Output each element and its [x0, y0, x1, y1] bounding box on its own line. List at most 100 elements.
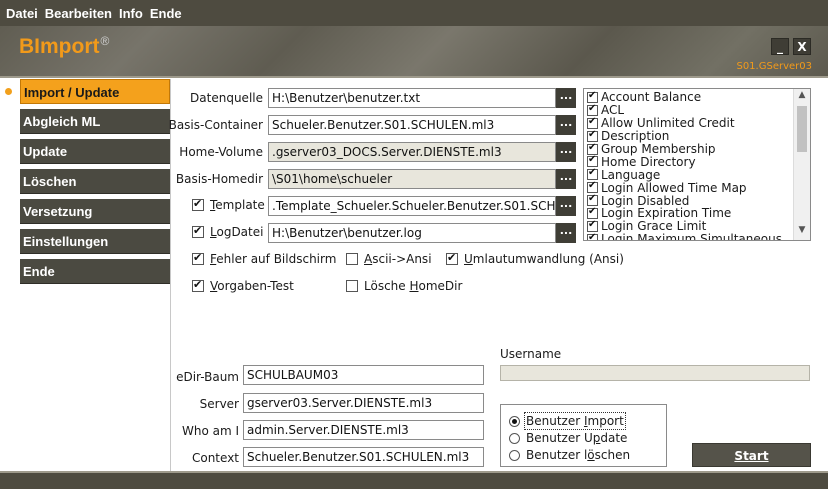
ascii-checkbox[interactable]: Ascii->Ansi [346, 252, 432, 266]
attribute-check-icon [587, 154, 598, 168]
attribute-label: Group Membership [601, 142, 716, 157]
attribute-label: Account Balance [601, 90, 702, 105]
basis-container-browse-button[interactable]: ... [556, 115, 576, 135]
radio-delete-label: Benutzer löschen [526, 448, 631, 462]
loesche-homedir-checkbox[interactable]: Lösche HomeDir [346, 279, 462, 293]
minimize-button[interactable]: _ [771, 38, 789, 55]
attribute-item[interactable]: Language [587, 167, 792, 182]
vorgaben-label: Vorgaben-Test [210, 279, 294, 293]
menu-ende[interactable]: Ende [150, 6, 182, 21]
header-divider [0, 76, 828, 78]
attribute-item[interactable]: Account Balance [587, 90, 792, 105]
logdatei-checkbox[interactable]: LogDatei [192, 224, 263, 239]
datenquelle-field[interactable]: H:\Benutzer\benutzer.txt [268, 88, 556, 108]
attribute-items: Account BalanceACLAllow Unlimited Credit… [587, 90, 792, 240]
ascii-check-icon [346, 253, 358, 265]
nav-update[interactable]: Update [20, 139, 170, 164]
server-field[interactable]: gserver03.Server.DIENSTE.ml3 [243, 393, 484, 413]
basis-homedir-field[interactable]: \S01\home\schueler [268, 169, 556, 189]
home-volume-label: Home-Volume [179, 145, 263, 159]
attribute-label: Login Allowed Time Map [601, 180, 747, 195]
nav-einstellungen[interactable]: Einstellungen [20, 229, 170, 254]
username-field[interactable] [500, 365, 810, 381]
attribute-item[interactable]: Login Disabled [587, 193, 792, 208]
registered-mark: ® [100, 34, 110, 48]
username-label: Username [500, 347, 562, 361]
whoami-label: Who am I [181, 424, 239, 438]
attribute-scrollbar[interactable]: ▲ ▼ [793, 89, 810, 240]
close-button[interactable]: X [793, 38, 811, 55]
attribute-label: Language [601, 167, 661, 182]
app-header: BImport® _ X S01.GServer03 [0, 26, 828, 76]
basis-homedir-browse-button[interactable]: ... [556, 169, 576, 189]
start-button[interactable]: Start [692, 443, 811, 467]
attribute-label: Login Grace Limit [601, 219, 707, 234]
template-browse-button[interactable]: ... [556, 196, 576, 216]
context-field[interactable]: Schueler.Benutzer.S01.SCHULEN.ml3 [243, 447, 484, 467]
server-label: Server [199, 397, 239, 411]
nav-ende[interactable]: Ende [20, 259, 170, 284]
basis-homedir-label: Basis-Homedir [175, 172, 263, 186]
app-title: BImport [19, 35, 100, 58]
vorgaben-checkbox[interactable]: Vorgaben-Test [192, 278, 294, 293]
nav-abgleich-ml[interactable]: Abgleich ML [20, 109, 170, 134]
attribute-check-icon [587, 180, 598, 194]
radio-delete-dot-icon [509, 449, 520, 461]
attribute-item[interactable]: Home Directory [587, 154, 792, 169]
attribute-item[interactable]: Login Allowed Time Map [587, 180, 792, 195]
attribute-label: Home Directory [601, 154, 696, 169]
basis-container-label: Basis-Container [168, 118, 263, 132]
attribute-item[interactable]: Group Membership [587, 142, 792, 157]
attribute-label: Allow Unlimited Credit [601, 116, 735, 131]
radio-update-label: Benutzer Update [526, 431, 628, 445]
fehler-checkbox[interactable]: Fehler auf Bildschirm [192, 251, 336, 266]
radio-benutzer-update[interactable]: Benutzer Update [509, 431, 627, 445]
attribute-label: ACL [601, 103, 625, 118]
radio-benutzer-loeschen[interactable]: Benutzer löschen [509, 448, 630, 462]
radio-import-dot-icon [509, 415, 520, 427]
datenquelle-browse-button[interactable]: ... [556, 88, 576, 108]
scroll-down-icon[interactable]: ▼ [794, 225, 810, 239]
umlaut-checkbox[interactable]: Umlautumwandlung (Ansi) [446, 251, 624, 266]
menu-info[interactable]: Info [119, 6, 143, 21]
nav-import-update[interactable]: Import / Update [20, 79, 170, 104]
attribute-check-icon [587, 193, 598, 207]
attribute-item[interactable]: Allow Unlimited Credit [587, 116, 792, 131]
menu-bearbeiten[interactable]: Bearbeiten [45, 6, 112, 21]
logdatei-browse-button[interactable]: ... [556, 223, 576, 243]
attribute-item[interactable]: Login Grace Limit [587, 219, 792, 234]
attribute-label: Login Expiration Time [601, 206, 732, 221]
basis-container-field[interactable]: Schueler.Benutzer.S01.SCHULEN.ml3 [268, 115, 556, 135]
attribute-check-icon [587, 90, 598, 103]
template-field[interactable]: .Template_Schueler.Schueler.Benutzer.S01… [268, 196, 556, 216]
template-label: Template [210, 198, 265, 212]
umlaut-check-icon [446, 251, 458, 265]
home-volume-browse-button[interactable]: ... [556, 142, 576, 162]
template-checkbox[interactable]: Template [192, 197, 265, 212]
nav-versetzung[interactable]: Versetzung [20, 199, 170, 224]
attribute-item[interactable]: Login Maximum Simultaneous [587, 232, 792, 240]
nav-loeschen[interactable]: Löschen [20, 169, 170, 194]
attribute-check-icon [587, 129, 598, 142]
menu-datei[interactable]: Datei [6, 6, 38, 21]
attribute-item[interactable]: Description [587, 129, 792, 143]
template-check-icon [192, 197, 204, 211]
attribute-list[interactable]: Account BalanceACLAllow Unlimited Credit… [583, 88, 811, 241]
attribute-item[interactable]: Login Expiration Time [587, 206, 792, 221]
edir-field[interactable]: SCHULBAUM03 [243, 365, 484, 385]
attribute-check-icon [587, 116, 598, 129]
fehler-check-icon [192, 251, 204, 265]
attribute-check-icon [587, 232, 598, 240]
scroll-up-icon[interactable]: ▲ [794, 90, 810, 104]
server-name: S01.GServer03 [736, 61, 812, 72]
home-volume-field[interactable]: .gserver03_DOCS.Server.DIENSTE.ml3 [268, 142, 556, 162]
datenquelle-label: Datenquelle [190, 91, 263, 105]
scroll-thumb[interactable] [797, 106, 807, 152]
radio-benutzer-import[interactable]: Benutzer Import [509, 412, 626, 430]
logdatei-field[interactable]: H:\Benutzer\benutzer.log [268, 223, 556, 243]
loesche-check-icon [346, 280, 358, 292]
app-logo: BImport® [19, 34, 109, 59]
whoami-field[interactable]: admin.Server.DIENSTE.ml3 [243, 420, 484, 440]
ascii-label: Ascii->Ansi [364, 252, 432, 266]
attribute-item[interactable]: ACL [587, 103, 792, 118]
